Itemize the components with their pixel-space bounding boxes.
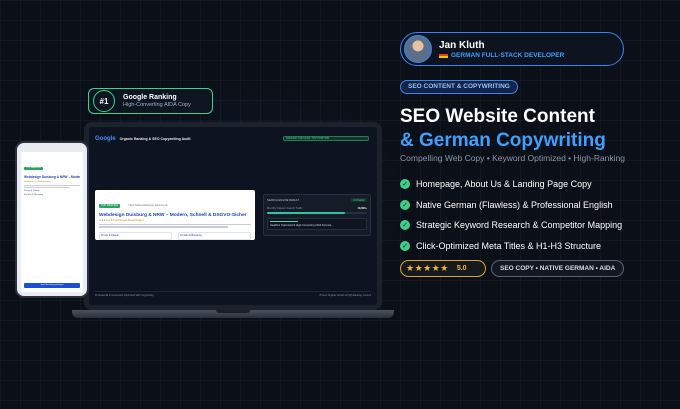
check-icon: ✓ [400, 179, 410, 190]
feature-text: Click-Optimized Meta Titles & H1-H3 Stru… [416, 240, 602, 251]
feature-text: Native German (Flawless) & Professional … [416, 199, 613, 210]
feature-item: ✓ Strategic Keyword Research & Competito… [400, 215, 622, 236]
feature-item: ✓ Homepage, About Us & Landing Page Copy [400, 174, 622, 195]
ranking-success-pill: RANKING SUCCESS: TOP POSITION [283, 136, 369, 141]
screen-footer: Professional & Conversion-Optimized SEO … [95, 291, 371, 297]
feature-summary-pill: SEO COPY • NATIVE GERMAN • AIDA [491, 260, 625, 277]
star-rating-icon: ★★★★★ [406, 263, 449, 273]
rating-badge: ★★★★★ 5.0 [400, 260, 486, 277]
serp-snippet-line [99, 226, 229, 228]
serp-snippet-line [99, 223, 251, 225]
headline-line-2: & German Copywriting [400, 130, 606, 151]
headline-note-text: Headline Optimized & High-Converting AID… [270, 223, 332, 227]
profile-name: Jan Kluth [439, 39, 485, 51]
phone-rating: ★★★★★ 5.0 Bewertungen [24, 181, 51, 183]
profile-card: Jan Kluth GERMAN FULL-STACK DEVELOPER [400, 32, 624, 66]
laptop-screen: Google Organic Ranking & SEO Copywriting… [89, 127, 377, 305]
check-icon: ✓ [400, 220, 410, 231]
serp-tag: TOP RANKING [99, 203, 121, 208]
phone-mockup: TOP RANKING Webdesign Duisburg & NRW – M… [15, 141, 89, 298]
serp-title: Webdesign Duisburg & NRW – Modern, Schne… [99, 213, 247, 218]
ranking-subtitle: High-Converting AIDA Copy [123, 101, 191, 108]
feature-text: Homepage, About Us & Landing Page Copy [416, 179, 592, 190]
phone-snippet-line [24, 184, 80, 186]
phone-link: Preise & Pakete [24, 190, 40, 192]
phone-tag: TOP RANKING [24, 166, 43, 170]
traffic-progress-bar [267, 212, 367, 214]
serp-sitelink: Kontakt & Beratung [178, 231, 251, 240]
phone-cta-button: Jetzt Beratung anfragen [24, 283, 80, 288]
feature-item: ✓ Click-Optimized Meta Titles & H1-H3 St… [400, 236, 622, 257]
phone-screen: TOP RANKING Webdesign Duisburg & NRW – M… [21, 152, 83, 292]
phone-snippet-line [24, 187, 69, 188]
traffic-value: 10,000+ [357, 207, 367, 210]
audit-title: Organic Ranking & SEO Copywriting Audit [119, 137, 191, 141]
rating-value: 5.0 [456, 265, 467, 272]
tagline: Compelling Web Copy • Keyword Optimized … [400, 153, 626, 163]
phone-serp-title: Webdesign Duisburg & NRW – Modern & Sich… [24, 175, 80, 179]
ranking-title: Google Ranking [123, 94, 177, 102]
ranking-badge: #1 Google Ranking High-Converting AIDA C… [88, 88, 213, 114]
headline-note: Headline Optimized & High-Converting AID… [267, 218, 367, 230]
footer-right: Proven Organic Growth & High-Ranking Con… [319, 294, 371, 297]
check-icon: ✓ [400, 199, 410, 210]
avatar [404, 35, 432, 63]
serp-rating: ★★★★★ 5.0 (24 Google Bewertungen) [99, 219, 144, 222]
serp-url: https://www.webdesign-duisburg.de [128, 204, 168, 207]
feature-text: Strategic Keyword Research & Competitor … [416, 220, 623, 231]
serp-sitelink: Preise & Pakete [99, 231, 172, 240]
german-flag-icon [439, 52, 448, 58]
check-icon: ✓ [400, 240, 410, 251]
profile-role: GERMAN FULL-STACK DEVELOPER [451, 51, 565, 59]
rank-number: #1 [93, 90, 115, 112]
laptop-notch [216, 310, 250, 313]
category-pill: SEO CONTENT & COPYWRITING [400, 80, 518, 94]
phone-link: Kontakt & Beratung [24, 194, 43, 196]
traffic-label: Monthly Organic Search Traffic [267, 207, 303, 210]
serp-result-card: TOP RANKING https://www.webdesign-duisbu… [95, 190, 255, 240]
google-logo-icon: Google [95, 136, 116, 142]
feature-item: ✓ Native German (Flawless) & Professiona… [400, 195, 622, 216]
laptop-mockup: Google Organic Ranking & SEO Copywriting… [84, 122, 382, 310]
score-label: SEARCH ENGINE RESULT [267, 198, 300, 202]
headline-line-1: SEO Website Content [400, 106, 595, 127]
profile-role-row: GERMAN FULL-STACK DEVELOPER [439, 52, 564, 59]
footer-left: Professional & Conversion-Optimized SEO … [95, 294, 154, 297]
feature-list: ✓ Homepage, About Us & Landing Page Copy… [400, 174, 622, 256]
search-result-score-card: SEARCH ENGINE RESULT #1 Position Monthly… [263, 194, 371, 236]
position-pill: #1 Position [351, 198, 367, 202]
